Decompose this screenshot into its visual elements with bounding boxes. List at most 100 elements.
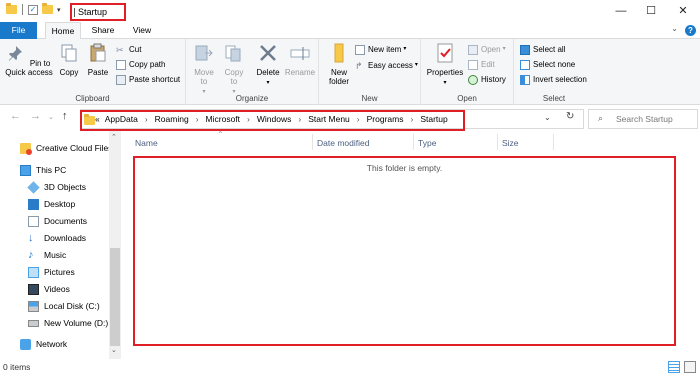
nav-item-creative-cloud-files[interactable]: Creative Cloud Files bbox=[20, 141, 113, 155]
close-button[interactable]: ✕ bbox=[668, 0, 698, 22]
tab-file[interactable]: File bbox=[0, 22, 37, 39]
file-explorer-window: ✓ ▾ Startup — ☐ ✕ File Home Share View ⌄… bbox=[0, 0, 700, 375]
details-view-icon[interactable] bbox=[668, 361, 680, 373]
copy-to-icon bbox=[225, 45, 241, 62]
column-divider[interactable] bbox=[413, 134, 414, 150]
sort-caret-icon: ⌃ bbox=[217, 130, 224, 139]
clipboard-group-label: Clipboard bbox=[75, 94, 110, 103]
empty-folder-message: This folder is empty. bbox=[366, 163, 443, 173]
easy-access-button[interactable]: ↱ Easy access ▾ bbox=[355, 60, 418, 71]
paste-button[interactable]: Paste bbox=[85, 43, 111, 77]
clipboard-paste-icon bbox=[90, 43, 106, 62]
edit-icon bbox=[468, 59, 478, 70]
delete-dropdown-icon: ▾ bbox=[266, 80, 270, 86]
pin-to-quick-access-button[interactable]: Pin to Quick access bbox=[4, 43, 54, 77]
clipboard-group: Pin to Quick access Copy Paste ✂ Cut Cop… bbox=[0, 39, 186, 105]
delete-button[interactable]: Delete ▾ bbox=[254, 43, 282, 88]
column-divider[interactable] bbox=[312, 134, 313, 150]
cut-button[interactable]: ✂ Cut bbox=[116, 44, 141, 55]
new-folder-icon[interactable] bbox=[42, 3, 53, 14]
video-icon bbox=[28, 283, 39, 295]
nav-item-pictures[interactable]: Pictures bbox=[28, 265, 75, 279]
column-header-size[interactable]: Size bbox=[502, 138, 519, 148]
nav-item-downloads[interactable]: ↓ Downloads bbox=[28, 231, 86, 245]
nav-item-local-disk-c[interactable]: Local Disk (C:) bbox=[28, 299, 100, 313]
select-all-button[interactable]: Select all bbox=[520, 44, 565, 55]
move-to-button[interactable]: Move to ▾ bbox=[191, 43, 217, 97]
desktop-icon bbox=[28, 198, 39, 210]
invert-selection-icon bbox=[520, 74, 530, 85]
maximize-button[interactable]: ☐ bbox=[636, 0, 666, 22]
new-folder-button[interactable]: New folder bbox=[323, 43, 355, 86]
copy-path-button[interactable]: Copy path bbox=[116, 59, 165, 70]
column-header-type[interactable]: Type bbox=[418, 138, 436, 148]
drive-icon bbox=[28, 300, 39, 312]
nav-item-desktop[interactable]: Desktop bbox=[28, 197, 75, 211]
column-divider[interactable] bbox=[497, 134, 498, 150]
select-all-icon bbox=[520, 44, 530, 55]
column-header-name[interactable]: Name bbox=[135, 138, 158, 148]
ribbon-expand-icon[interactable]: ⌄ bbox=[671, 24, 678, 33]
column-divider[interactable] bbox=[553, 134, 554, 150]
edit-button[interactable]: Edit bbox=[468, 59, 495, 70]
organize-group: Move to ▾ Copy to ▾ Delete ▾ Rename Organiz… bbox=[186, 39, 319, 105]
new-item-icon bbox=[355, 44, 365, 55]
nav-item-documents[interactable]: Documents bbox=[28, 214, 87, 228]
easy-access-dropdown-icon: ▾ bbox=[414, 62, 418, 68]
column-header-date-modified[interactable]: Date modified bbox=[317, 138, 369, 148]
scissors-icon: ✂ bbox=[116, 44, 124, 55]
back-arrow-icon[interactable]: ← bbox=[10, 110, 21, 122]
status-bar: 0 items bbox=[0, 359, 700, 375]
copy-button[interactable]: Copy bbox=[57, 43, 81, 77]
document-icon bbox=[28, 215, 39, 227]
customize-toolbar-icon[interactable]: ▾ bbox=[57, 6, 61, 14]
paste-shortcut-button[interactable]: Paste shortcut bbox=[116, 74, 180, 85]
address-dropdown-icon[interactable]: ⌄ bbox=[544, 113, 551, 122]
invert-selection-button[interactable]: Invert selection bbox=[520, 74, 587, 85]
nav-item-3d-objects[interactable]: 3D Objects bbox=[27, 180, 86, 194]
paste-shortcut-icon bbox=[116, 74, 126, 85]
open-button[interactable]: Open ▾ bbox=[468, 44, 506, 55]
tab-share[interactable]: Share bbox=[86, 22, 120, 39]
scroll-up-icon[interactable]: ⌃ bbox=[111, 133, 117, 141]
address-highlight-box bbox=[80, 110, 465, 131]
easy-access-icon: ↱ bbox=[355, 60, 363, 71]
properties-check-icon[interactable]: ✓ bbox=[28, 4, 38, 15]
minimize-button[interactable]: — bbox=[606, 0, 636, 22]
copy-to-button[interactable]: Copy to ▾ bbox=[221, 43, 247, 97]
forward-arrow-icon[interactable]: → bbox=[30, 110, 41, 122]
recent-locations-icon[interactable]: ⌄ bbox=[48, 113, 54, 121]
folder-icon bbox=[6, 3, 17, 14]
up-arrow-icon[interactable]: ↑ bbox=[62, 110, 68, 122]
navigation-bar: ← → ⌄ ↑ « AppData › Roaming › Microsoft … bbox=[0, 105, 700, 131]
open-icon bbox=[468, 44, 478, 55]
nav-item-music[interactable]: ♪ Music bbox=[28, 248, 66, 262]
properties-button[interactable]: Properties ▾ bbox=[425, 43, 465, 88]
organize-group-label: Organize bbox=[235, 94, 269, 103]
ribbon-tabs: File Home Share View ⌄ ? bbox=[0, 22, 700, 40]
nav-item-videos[interactable]: Videos bbox=[28, 282, 70, 296]
refresh-icon[interactable]: ↻ bbox=[566, 111, 574, 122]
select-none-icon bbox=[520, 59, 530, 70]
quick-access-toolbar: ✓ ▾ bbox=[6, 3, 61, 15]
select-none-button[interactable]: Select none bbox=[520, 59, 575, 70]
tab-view[interactable]: View bbox=[126, 22, 158, 39]
tab-home[interactable]: Home bbox=[45, 22, 81, 40]
select-group-label: Select bbox=[542, 94, 566, 103]
window-title: Startup bbox=[70, 3, 126, 21]
nav-scrollbar-thumb[interactable] bbox=[110, 248, 120, 346]
history-icon bbox=[468, 74, 478, 85]
new-item-button[interactable]: New item ▾ bbox=[355, 44, 406, 55]
nav-item-new-volume-d[interactable]: New Volume (D:) bbox=[28, 316, 108, 330]
nav-item-this-pc[interactable]: This PC bbox=[20, 163, 66, 177]
help-icon[interactable]: ? bbox=[685, 25, 696, 36]
large-icons-view-icon[interactable] bbox=[684, 361, 696, 373]
copy-icon bbox=[61, 44, 77, 62]
rename-button[interactable]: Rename bbox=[284, 43, 316, 77]
file-list-area[interactable]: This folder is empty. bbox=[133, 156, 676, 346]
network-icon bbox=[20, 338, 31, 350]
nav-item-network[interactable]: Network bbox=[20, 337, 67, 351]
history-button[interactable]: History bbox=[468, 74, 506, 85]
scroll-down-icon[interactable]: ⌄ bbox=[111, 346, 117, 354]
search-box[interactable]: ⌕ Search Startup bbox=[588, 109, 698, 129]
